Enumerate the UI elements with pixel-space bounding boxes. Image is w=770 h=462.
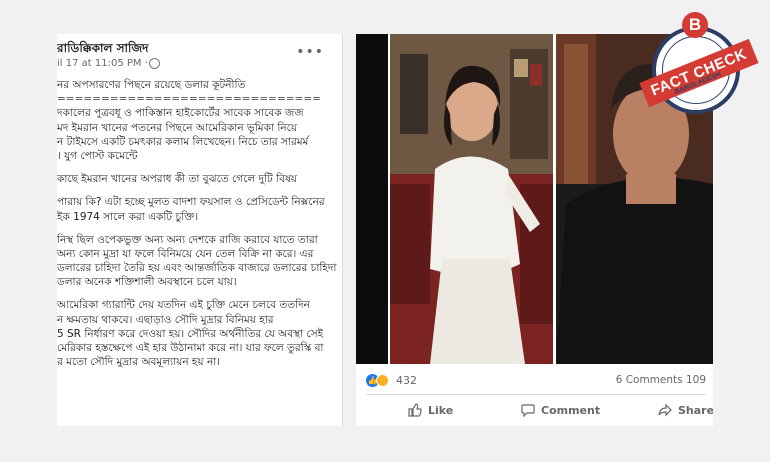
- post-text-line: মদ ইমরান খানের পতনের পিছনে আমেরিকান ভূমি…: [57, 121, 297, 134]
- post-text-line: ডলার অনেক শক্তিশালী অবস্থানে চলে যায়।: [57, 276, 237, 289]
- post-text-line: নর অপসারণের পিছনে রয়েছে ডলার কূটনীতি: [57, 79, 246, 91]
- comment-button[interactable]: Comment: [521, 398, 600, 422]
- post-text-line: ==============================: [57, 93, 321, 106]
- post-text-line: আমেরিকা গ্যারান্টি দেয় যতদিন এই চুক্তি …: [57, 299, 310, 312]
- reaction-count[interactable]: 432: [396, 374, 417, 387]
- globe-icon: [149, 58, 160, 69]
- woman-photo-illustration: [390, 34, 553, 364]
- post-text-line: পারায় কি? এটা হচ্ছে মুলত বাদশা ফয়সাল ও…: [57, 196, 325, 209]
- comment-share-count[interactable]: 6 Comments 109: [616, 374, 706, 386]
- post-header: রাডিক্কিকাল সাজিদ il 17 at 11:05 PM · ••…: [57, 38, 342, 78]
- thumbs-up-icon: [408, 403, 422, 417]
- reactions-bar: 👍 432 6 Comments 109: [366, 372, 706, 390]
- like-label: Like: [428, 403, 454, 417]
- share-icon: [658, 403, 672, 417]
- post-text-line: ইক 1974 সালে করা একটি চুক্তি।: [57, 210, 199, 223]
- post-text-line: ডলারের চাহিদা তৈরি হয় এবং আন্তর্জাতিক ব…: [57, 262, 337, 275]
- action-divider: [366, 394, 706, 395]
- like-button[interactable]: Like: [408, 398, 453, 422]
- more-options-icon[interactable]: •••: [296, 44, 324, 60]
- share-button[interactable]: Share: [658, 398, 713, 422]
- post-text-line: ন টাইমসে একটি চমৎকার কলাম লিখেছেন। নিচে …: [57, 135, 309, 148]
- action-bar: Like Comment Share: [366, 398, 713, 422]
- post-text-line: দকালের পুত্রবধূ ও পাকিস্তান হাইকোর্টের স…: [57, 107, 304, 120]
- sad-reaction-icon[interactable]: [376, 374, 389, 387]
- post-text-line: মেরিকার হস্তক্ষেপে এই হার উঠানামা করে না…: [57, 342, 324, 354]
- comment-icon: [521, 404, 535, 417]
- badge-logo-letter: B: [682, 12, 708, 38]
- photo-woman[interactable]: [390, 34, 553, 364]
- post-text-line: ন ক্ষমতায় থাকবে। এছাড়াও সৌদি মুদ্রার ব…: [57, 313, 274, 326]
- post-text-line: অন্য কোন মুদ্রা যা ফলে বিনিময়ে যেন তেল …: [57, 247, 314, 260]
- post-text-line: নিস্থ ছিল ওপেকভুক্ত অন্য অন্য দেশকে রাজি…: [57, 233, 318, 246]
- share-label: Share: [678, 403, 713, 417]
- post-text-line: কাছে ইমরান খানের অপরাধ কী তা বুঝতে গেলে …: [57, 173, 297, 186]
- author-name[interactable]: রাডিক্কিকাল সাজিদ: [57, 40, 149, 60]
- post-text-line: 5 SR নির্ধারণ করে দেওয়া হয়। সৌদির অর্থ…: [57, 327, 324, 340]
- post-text-line: র মতো সৌদি মুদ্রার অবমূল্যায়ন হয় না।: [57, 356, 221, 369]
- post-timestamp[interactable]: il 17 at 11:05 PM ·: [57, 58, 148, 69]
- fact-check-badge: B FACT CHECK BANGLADESH: [634, 8, 762, 128]
- comment-label: Comment: [541, 403, 601, 417]
- left-post-screenshot: রাডিক্কিকাল সাজিদ il 17 at 11:05 PM · ••…: [57, 34, 343, 426]
- post-body: নর অপসারণের পিছনে রয়েছে ডলার কূটনীতি ===…: [57, 78, 342, 369]
- dark-photo-strip: [356, 34, 388, 364]
- post-text-line: । যুগ পোস্ট কমেন্টে: [57, 149, 138, 162]
